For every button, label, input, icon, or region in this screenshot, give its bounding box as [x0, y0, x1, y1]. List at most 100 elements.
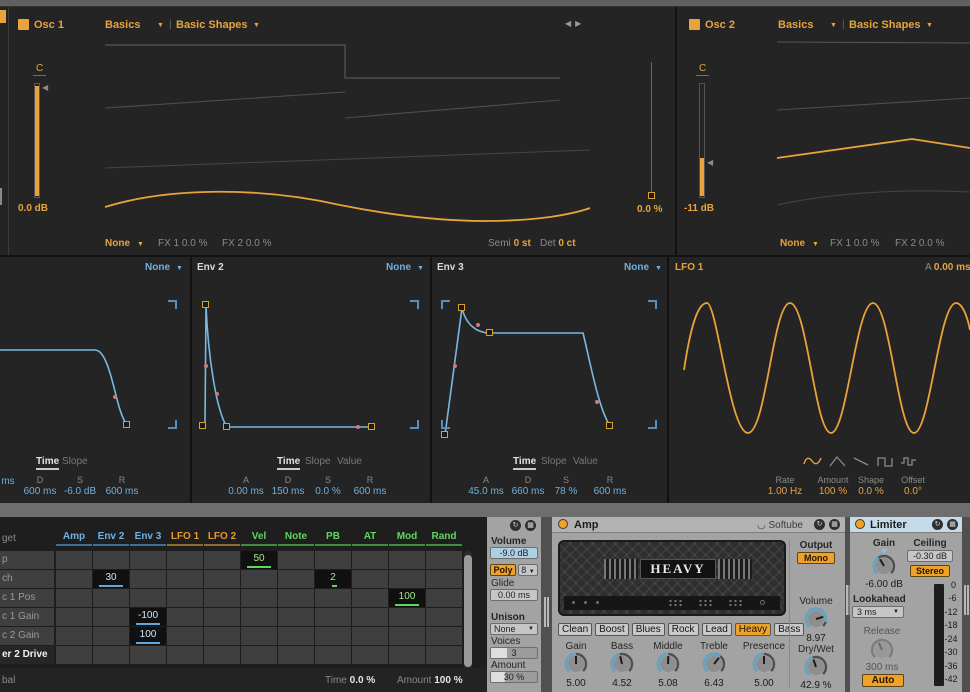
env3-tab-time[interactable]: Time	[513, 456, 536, 467]
env1-loop-bracket[interactable]	[168, 300, 177, 309]
env3-start-handle[interactable]	[441, 431, 448, 438]
matrix-cell[interactable]	[352, 570, 388, 588]
amp-presence-value[interactable]: 5.00	[744, 678, 784, 689]
env3-curve-dot[interactable]	[453, 364, 457, 368]
lfo1-shape-param[interactable]: Shape0.0 %	[850, 475, 892, 497]
env1-mod-source-select[interactable]: None	[145, 262, 170, 273]
matrix-cell[interactable]	[93, 589, 129, 607]
env2-release-param[interactable]: R600 ms	[346, 475, 394, 497]
matrix-cell[interactable]	[93, 646, 129, 664]
lfo1-attack[interactable]: A 0.00 ms	[925, 262, 970, 273]
osc1-toggle[interactable]	[18, 19, 29, 30]
amp-preset-blues[interactable]: Blues	[632, 623, 665, 636]
env2-mod-source-select[interactable]: None	[386, 262, 411, 273]
lfo1-rate-param[interactable]: Rate1.00 Hz	[763, 475, 807, 497]
lfo-shape-triangle-icon[interactable]	[828, 455, 848, 468]
matrix-cell[interactable]	[352, 608, 388, 626]
env3-end-handle[interactable]	[606, 422, 613, 429]
matrix-col-rand[interactable]: Rand	[426, 531, 462, 546]
limiter-gain-value[interactable]: -6.00 dB	[860, 579, 908, 590]
matrix-cell[interactable]	[204, 646, 240, 664]
amp-output-mode-button[interactable]: Mono	[797, 552, 835, 564]
env1-curve-dot[interactable]	[113, 395, 117, 399]
env3-tab-slope[interactable]: Slope	[541, 456, 567, 467]
unison-mode-select[interactable]: None ▼	[490, 623, 538, 635]
matrix-cell[interactable]	[352, 589, 388, 607]
matrix-cell[interactable]	[241, 589, 277, 607]
matrix-cell[interactable]	[241, 570, 277, 588]
matrix-cell[interactable]	[93, 608, 129, 626]
env1-display[interactable]	[0, 285, 190, 455]
matrix-cell[interactable]	[56, 646, 92, 664]
limiter-lookahead-select[interactable]: 3 ms ▼	[852, 606, 904, 618]
matrix-col-pb[interactable]: PB	[315, 531, 351, 546]
amp-gain-value[interactable]: 5.00	[556, 678, 596, 689]
limiter-ceiling-value[interactable]: -0.30 dB	[907, 550, 953, 562]
matrix-cell[interactable]	[278, 627, 314, 645]
matrix-cell[interactable]: 100	[389, 589, 425, 607]
matrix-cell[interactable]	[93, 627, 129, 645]
env2-sustain-handle[interactable]	[223, 423, 230, 430]
env3-curve-dot[interactable]	[476, 323, 480, 327]
osc1-position-slider[interactable]	[651, 62, 652, 194]
matrix-cell[interactable]	[426, 551, 462, 569]
chevron-down-icon[interactable]: ▼	[137, 241, 144, 248]
amp-preset-heavy[interactable]: Heavy	[735, 623, 771, 636]
osc1-position-value[interactable]: 0.0 %	[637, 204, 663, 215]
env3-loop-bracket[interactable]	[648, 420, 657, 429]
matrix-col-lfo1[interactable]: LFO 1	[167, 531, 203, 546]
matrix-col-note[interactable]: Note	[278, 531, 314, 546]
hot-swap-icon[interactable]: ↻	[814, 519, 825, 530]
poly-voices-select[interactable]: 8 ▼	[518, 564, 538, 576]
chevron-down-icon[interactable]: ▼	[655, 265, 662, 272]
device-separator[interactable]	[541, 517, 552, 692]
amp-preset-rock[interactable]: Rock	[668, 623, 699, 636]
env2-start-handle[interactable]	[199, 422, 206, 429]
matrix-row-target[interactable]: p	[0, 551, 54, 569]
osc1-fx2[interactable]: FX 2 0.0 %	[222, 238, 271, 249]
limiter-titlebar[interactable]: Limiter ↻ ▦	[850, 517, 962, 533]
amp-presence-knob[interactable]	[751, 651, 777, 677]
matrix-cell[interactable]	[278, 551, 314, 569]
env2-decay-param[interactable]: D150 ms	[266, 475, 310, 497]
env1-release-param[interactable]: R600 ms	[98, 475, 146, 497]
osc1-wavetable-display[interactable]	[10, 30, 650, 245]
env3-decay-param[interactable]: D660 ms	[506, 475, 550, 497]
amp-preset-clean[interactable]: Clean	[558, 623, 592, 636]
env2-curve-dot[interactable]	[356, 425, 360, 429]
matrix-cell[interactable]	[56, 627, 92, 645]
matrix-cell[interactable]	[389, 570, 425, 588]
env3-peak-handle[interactable]	[458, 304, 465, 311]
env1-tab-slope[interactable]: Slope	[62, 456, 88, 467]
matrix-row-target[interactable]: c 1 Gain	[0, 608, 54, 626]
osc1-detune[interactable]: Det 0 ct	[540, 238, 576, 249]
lfo-shape-square-icon[interactable]	[876, 455, 896, 468]
matrix-col-at[interactable]: AT	[352, 531, 388, 546]
matrix-cell[interactable]	[167, 551, 203, 569]
matrix-cell[interactable]	[389, 627, 425, 645]
matrix-cell[interactable]	[130, 646, 166, 664]
env3-loop-bracket[interactable]	[441, 420, 450, 429]
env2-curve-dot[interactable]	[204, 364, 208, 368]
matrix-cell[interactable]	[426, 608, 462, 626]
matrix-row-target[interactable]: c 1 Pos	[0, 589, 54, 607]
matrix-cell[interactable]	[204, 551, 240, 569]
env1-sustain-param[interactable]: S-6.0 dB	[58, 475, 102, 497]
limiter-release-knob[interactable]	[869, 637, 895, 663]
matrix-col-mod[interactable]: Mod	[389, 531, 425, 546]
amp-treble-value[interactable]: 6.43	[694, 678, 734, 689]
matrix-cell[interactable]: 30	[93, 570, 129, 588]
matrix-cell[interactable]	[426, 646, 462, 664]
amp-bass-value[interactable]: 4.52	[602, 678, 642, 689]
limiter-release-value[interactable]: 300 ms	[860, 662, 904, 673]
env2-loop-bracket[interactable]	[410, 300, 419, 309]
matrix-cell[interactable]	[130, 570, 166, 588]
env2-tab-slope[interactable]: Slope	[305, 456, 331, 467]
unison-amount-value[interactable]: 30 %	[490, 671, 538, 683]
save-preset-icon[interactable]: ▦	[525, 520, 536, 531]
matrix-cell[interactable]	[278, 646, 314, 664]
matrix-cell[interactable]	[278, 589, 314, 607]
amp-middle-knob[interactable]	[655, 651, 681, 677]
matrix-cell[interactable]	[167, 589, 203, 607]
save-preset-icon[interactable]: ▦	[829, 519, 840, 530]
